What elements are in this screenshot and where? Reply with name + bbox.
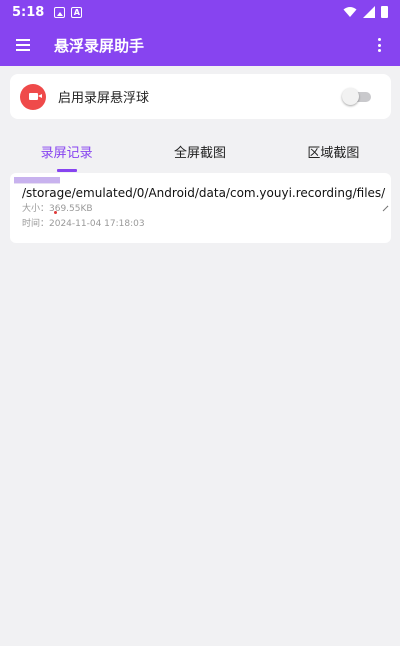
a-icon: A [71, 6, 83, 18]
list-item[interactable]: /storage/emulated/0/Android/data/com.you… [10, 173, 391, 243]
tab-area-screenshots[interactable]: 区域截图 [267, 138, 400, 172]
tab-fullscreen-screenshots[interactable]: 全屏截图 [133, 138, 266, 172]
file-path: /storage/emulated/0/Android/data/com.you… [22, 185, 386, 200]
tab-recordings[interactable]: 录屏记录 [0, 138, 133, 172]
file-time: 时间：2024-11-04 17:18:03 [22, 218, 145, 229]
battery-icon [381, 6, 388, 18]
app-title: 悬浮录屏助手 [54, 36, 145, 55]
menu-icon[interactable] [16, 39, 30, 51]
signal-icon [363, 6, 375, 18]
tab-bar: 录屏记录 全屏截图 区域截图 [0, 138, 400, 172]
more-vert-icon[interactable] [378, 38, 382, 52]
status-bar: 5:18 A [0, 0, 400, 24]
file-info: /storage/emulated/0/Android/data/com.you… [22, 186, 385, 231]
floating-ball-toggle-card[interactable]: 启用录屏悬浮球 [10, 74, 391, 119]
photo-icon [54, 6, 66, 18]
floating-ball-switch[interactable] [342, 87, 371, 105]
file-size: 大小：369.55KB [22, 203, 93, 214]
switch-knob [342, 87, 359, 105]
wifi-icon [343, 7, 357, 17]
video-record-icon [20, 83, 46, 110]
toggle-label: 启用录屏悬浮球 [58, 91, 150, 106]
status-time: 5:18 [12, 4, 45, 20]
app-bar: 悬浮录屏助手 [0, 24, 400, 66]
